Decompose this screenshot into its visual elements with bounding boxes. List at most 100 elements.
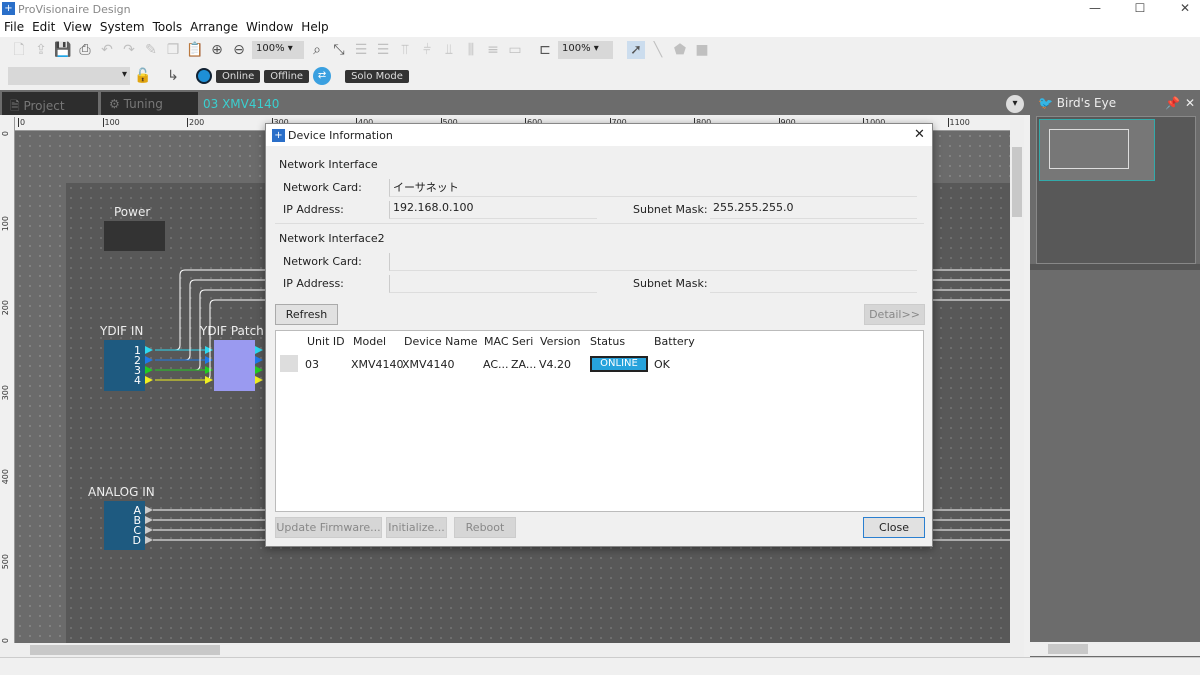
ruler-v-label: 500 bbox=[1, 553, 10, 569]
copy-icon[interactable]: ❐ bbox=[164, 41, 182, 59]
save-icon[interactable]: 💾 bbox=[54, 41, 72, 59]
col-battery[interactable]: Battery bbox=[654, 335, 695, 348]
tab-device-sheet[interactable]: 03 XMV4140 bbox=[200, 92, 300, 115]
menu-edit[interactable]: Edit bbox=[28, 19, 59, 37]
distribute-h-icon[interactable]: ⫼ bbox=[462, 41, 480, 59]
ip-address-label: IP Address: bbox=[283, 203, 344, 216]
align-bottom-icon[interactable]: ⫫ bbox=[440, 41, 458, 59]
col-model[interactable]: Model bbox=[353, 335, 386, 348]
col-device-name[interactable]: Device Name bbox=[404, 335, 478, 348]
distribute-v-icon[interactable]: ≡ bbox=[484, 41, 502, 59]
sync-icon[interactable]: ⇄ bbox=[313, 67, 332, 85]
row-select-box[interactable] bbox=[280, 355, 298, 372]
tab-tuning[interactable]: ⚙ Tuning bbox=[101, 92, 198, 115]
wire-icon[interactable]: ↳ bbox=[164, 67, 182, 85]
align-left-icon[interactable]: ☰ bbox=[352, 41, 370, 59]
menu-file[interactable]: File bbox=[0, 19, 28, 37]
col-version[interactable]: Version bbox=[540, 335, 580, 348]
zoom-out-icon[interactable]: ⊖ bbox=[230, 41, 248, 59]
zoom-in-icon[interactable]: ⊕ bbox=[208, 41, 226, 59]
polygon-tool-icon[interactable]: ⬟ bbox=[671, 41, 689, 59]
undo-icon[interactable]: ↶ bbox=[98, 41, 116, 59]
zoom-fit-icon[interactable]: ⌕ bbox=[308, 41, 326, 59]
ruler-h-label: 1100 bbox=[947, 118, 970, 127]
menu-window[interactable]: Window bbox=[242, 19, 297, 37]
menu-arrange[interactable]: Arrange bbox=[186, 19, 242, 37]
tab-project-label: Project bbox=[23, 99, 65, 113]
dialog-icon: + bbox=[272, 129, 285, 142]
maximize-button[interactable]: ☐ bbox=[1125, 1, 1155, 15]
device-select[interactable]: ▾ bbox=[8, 67, 130, 85]
birds-eye-scrollbar[interactable] bbox=[1030, 642, 1200, 656]
align-right-icon[interactable]: ☰ bbox=[374, 41, 392, 59]
print-icon[interactable]: ⎙ bbox=[76, 41, 94, 59]
network-card2-label: Network Card: bbox=[283, 255, 362, 268]
tab-project[interactable]: 🗎 Project bbox=[2, 92, 98, 115]
vertical-scrollbar[interactable] bbox=[1010, 117, 1024, 643]
unlock-icon[interactable]: 🔓 bbox=[134, 67, 152, 85]
ruler-v-label: 200 bbox=[1, 300, 10, 316]
online-button[interactable]: Online bbox=[216, 69, 261, 83]
solo-mode-button[interactable]: Solo Mode bbox=[345, 69, 409, 83]
device-information-dialog: + Device Information ✕ Network Interface… bbox=[265, 123, 933, 547]
close-button[interactable]: Close bbox=[863, 517, 925, 538]
port-arrow bbox=[255, 376, 263, 384]
tab-tuning-label: Tuning bbox=[123, 97, 163, 111]
line-width-icon[interactable]: ⊏ bbox=[536, 41, 554, 59]
birds-eye-header: 🐦 Bird's Eye 📌 ✕ bbox=[1030, 90, 1200, 115]
ruler-v-label: 400 bbox=[1, 469, 10, 485]
menu-help[interactable]: Help bbox=[297, 19, 332, 37]
fit-window-icon[interactable]: ⤡ bbox=[330, 41, 348, 59]
menu-tools[interactable]: Tools bbox=[149, 19, 187, 37]
cell-battery: OK bbox=[654, 358, 670, 371]
app-icon: + bbox=[2, 2, 15, 15]
network-interface-heading: Network Interface bbox=[279, 158, 378, 171]
vertical-ruler: 0100200300400500600 bbox=[0, 117, 15, 653]
tab-list-dropdown-icon[interactable]: ▾ bbox=[1006, 95, 1024, 113]
horizontal-scrollbar[interactable] bbox=[0, 643, 1024, 657]
refresh-button[interactable]: Refresh bbox=[275, 304, 338, 325]
col-status[interactable]: Status bbox=[590, 335, 625, 348]
status-badge: ONLINE bbox=[590, 356, 648, 372]
online-status-icon bbox=[196, 68, 212, 84]
col-serial[interactable]: Seri bbox=[512, 335, 536, 348]
new-file-icon[interactable]: 🗋 bbox=[10, 41, 28, 59]
pin-icon[interactable]: 📌 bbox=[1165, 96, 1180, 110]
subnet-mask-label: Subnet Mask: bbox=[633, 203, 708, 216]
menu-view[interactable]: View bbox=[59, 19, 95, 37]
edit-icon[interactable]: ✎ bbox=[142, 41, 160, 59]
same-size-icon[interactable]: ▭ bbox=[506, 41, 524, 59]
reboot-button[interactable]: Reboot bbox=[454, 517, 516, 538]
menu-system[interactable]: System bbox=[96, 19, 149, 37]
network-card2-value bbox=[389, 253, 917, 271]
col-mac[interactable]: MAC bbox=[484, 335, 508, 348]
birds-eye-preview[interactable] bbox=[1036, 116, 1196, 264]
paste-icon[interactable]: 📋 bbox=[186, 41, 204, 59]
port-arrow bbox=[145, 376, 153, 384]
port-arrow bbox=[205, 376, 213, 384]
line-zoom-select[interactable]: 100% ▾ bbox=[558, 41, 613, 59]
port-arrow bbox=[145, 516, 153, 524]
open-icon[interactable]: ⇪ bbox=[32, 41, 50, 59]
ip-address2-value bbox=[389, 275, 597, 293]
dialog-close-icon[interactable]: ✕ bbox=[914, 127, 925, 142]
zoom-select[interactable]: 100% ▾ bbox=[252, 41, 304, 59]
port-arrow bbox=[145, 506, 153, 514]
detail-button[interactable]: Detail>> bbox=[864, 304, 925, 325]
redo-icon[interactable]: ↷ bbox=[120, 41, 138, 59]
main-toolbar: 🗋 ⇪ 💾 ⎙ ↶ ↷ ✎ ❐ 📋 ⊕ ⊖ 100% ▾ ⌕ ⤡ ☰ ☰ ⫪ ⫩… bbox=[0, 38, 1200, 62]
rectangle-tool-icon[interactable]: ■ bbox=[693, 41, 711, 59]
col-unit-id[interactable]: Unit ID bbox=[307, 335, 345, 348]
minimize-button[interactable]: — bbox=[1080, 1, 1110, 15]
update-firmware-button[interactable]: Update Firmware... bbox=[275, 517, 382, 538]
close-window-button[interactable]: ✕ bbox=[1170, 1, 1200, 15]
align-middle-icon[interactable]: ⫩ bbox=[418, 41, 436, 59]
offline-button[interactable]: Offline bbox=[264, 69, 310, 83]
panel-close-icon[interactable]: ✕ bbox=[1185, 96, 1195, 110]
ip-address2-label: IP Address: bbox=[283, 277, 344, 290]
ruler-v-label: 300 bbox=[1, 384, 10, 400]
pointer-icon[interactable]: ➚ bbox=[627, 41, 645, 59]
line-tool-icon[interactable]: ╲ bbox=[649, 41, 667, 59]
align-top-icon[interactable]: ⫪ bbox=[396, 41, 414, 59]
initialize-button[interactable]: Initialize... bbox=[386, 517, 447, 538]
